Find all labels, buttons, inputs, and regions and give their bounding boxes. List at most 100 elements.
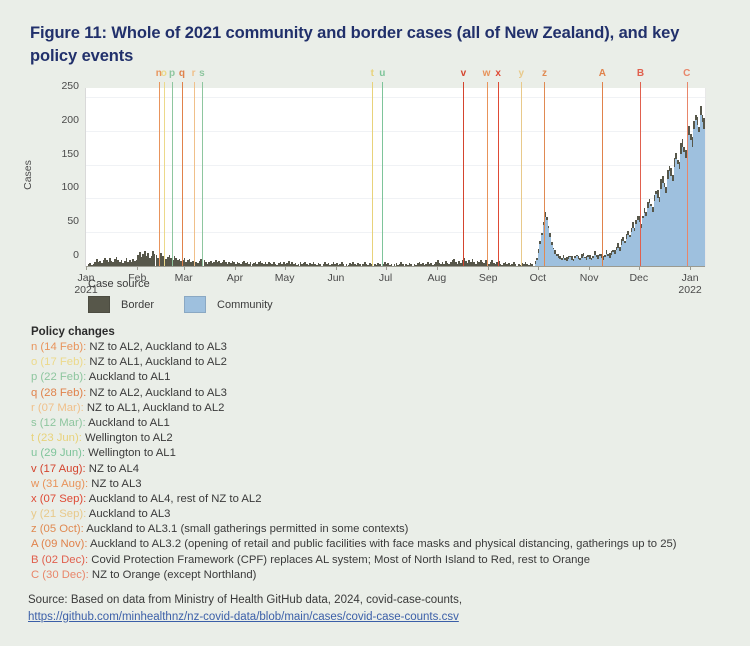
event-marker-line-t [372, 82, 374, 267]
x-axis-tick-mark [537, 267, 539, 270]
y-axis-tick-label: 0 [73, 249, 79, 261]
policy-change-text: Auckland to AL4, rest of NZ to AL2 [88, 492, 262, 505]
bar-segment-border [696, 117, 699, 126]
event-marker-line-n [158, 82, 160, 267]
gridline [86, 97, 705, 99]
event-marker-line-B [640, 82, 642, 267]
bar-segment-border [661, 175, 664, 183]
policy-change-row: B (02 Dec): Covid Protection Framework (… [31, 553, 731, 568]
x-axis-tick-label: May [274, 272, 295, 284]
event-marker-label-y: y [518, 68, 525, 79]
event-marker-label-q: q [178, 68, 186, 79]
x-axis-tick-mark [436, 267, 438, 270]
legend-swatch-community [184, 296, 207, 313]
event-marker-label-r: r [191, 68, 196, 79]
x-axis-tick-mark [86, 267, 87, 270]
policy-change-text: NZ to AL2, Auckland to AL3 [89, 386, 227, 399]
policy-changes-section: Policy changes n (14 Feb): NZ to AL2, Au… [31, 326, 731, 583]
x-axis-tick-label: Nov [579, 272, 599, 284]
event-marker-line-q [181, 82, 183, 267]
case-source-legend-title: Case source [88, 278, 150, 290]
source-note: Source: Based on data from Ministry of H… [28, 592, 728, 625]
x-axis-tick-label: Jan 2022 [678, 272, 702, 297]
event-marker-label-z: z [541, 68, 547, 79]
event-marker-label-x: x [495, 68, 501, 79]
policy-change-text: NZ to AL3 [91, 477, 142, 490]
policy-change-row: x (07 Sep): Auckland to AL4, rest of NZ … [31, 492, 731, 507]
policy-change-text: Auckland to AL3 [88, 508, 171, 521]
policy-change-row: s (12 Mar): Auckland to AL1 [31, 416, 731, 431]
policy-change-text: NZ to AL1, Auckland to AL2 [89, 356, 227, 369]
legend-item-community[interactable]: Community [184, 296, 273, 313]
policy-change-row: o (17 Feb): NZ to AL1, Auckland to AL2 [31, 355, 731, 370]
event-marker-line-z [544, 82, 546, 267]
policy-change-key: x (07 Sep): [31, 492, 89, 505]
policy-change-row: C (30 Dec): NZ to Orange (except Northla… [31, 568, 731, 583]
policy-change-text: NZ to Orange (except Northland) [91, 568, 257, 581]
bar-segment-community [703, 128, 705, 267]
policy-change-key: t (23 Jun): [31, 432, 85, 445]
policy-change-row: t (23 Jun): Wellington to AL2 [31, 431, 731, 446]
x-axis-tick-mark [234, 267, 236, 270]
policy-change-key: s (12 Mar): [31, 416, 89, 429]
policy-changes-list: n (14 Feb): NZ to AL2, Auckland to AL3 o … [31, 340, 731, 583]
x-axis-tick-mark [335, 267, 337, 270]
x-axis-tick-label: Dec [629, 272, 649, 284]
gridline [86, 164, 705, 166]
policy-change-key: B (02 Dec): [31, 553, 92, 566]
policy-change-row: w (31 Aug): NZ to AL3 [31, 477, 731, 492]
policy-change-text: Auckland to AL1 [88, 371, 171, 384]
x-axis-tick-label: Jul [378, 272, 393, 284]
event-marker-label-s: s [199, 68, 205, 79]
event-marker-line-v [463, 82, 465, 267]
policy-change-row: q (28 Feb): NZ to AL2, Auckland to AL3 [31, 386, 731, 401]
legend-label-border: Border [121, 298, 155, 311]
bar-segment-border [703, 117, 705, 129]
policy-change-key: u (29 Jun): [31, 447, 89, 460]
x-axis-tick-mark [284, 267, 286, 270]
x-axis-tick-mark [385, 267, 387, 270]
event-marker-line-s [201, 82, 203, 267]
policy-change-text: NZ to AL2, Auckland to AL3 [89, 341, 227, 353]
x-axis-tick-label: Jun [327, 272, 345, 284]
event-marker-label-C: C [683, 68, 691, 79]
legend-label-community: Community [217, 298, 273, 311]
policy-change-key: A (09 Nov): [31, 538, 91, 551]
policy-changes-title: Policy changes [31, 326, 115, 338]
policy-change-key: q (28 Feb): [31, 386, 90, 399]
policy-change-text: Auckland to AL3.1 (small gatherings perm… [86, 523, 409, 536]
x-axis-tick-mark [690, 267, 692, 270]
policy-change-row: u (29 Jun): Wellington to AL1 [31, 446, 731, 461]
source-text: Source: Based on data from Ministry of H… [28, 594, 463, 606]
legend-item-border[interactable]: Border [88, 296, 154, 313]
policy-change-row: v (17 Aug): NZ to AL4 [31, 462, 731, 477]
x-axis-tick-mark [638, 267, 640, 270]
y-axis-title: Cases [22, 159, 34, 190]
event-marker-label-A: A [598, 68, 606, 79]
policy-change-row: n (14 Feb): NZ to AL2, Auckland to AL3 [31, 340, 731, 355]
policy-change-text: NZ to AL4 [88, 462, 140, 475]
policy-change-key: y (21 Sep): [31, 508, 89, 521]
event-marker-label-u: u [379, 68, 386, 79]
gridline [86, 198, 705, 200]
x-axis-tick-label: Sep [478, 272, 498, 284]
figure-title: Figure 11: Whole of 2021 community and b… [30, 24, 680, 66]
policy-change-key: o (17 Feb): [31, 356, 90, 369]
gridline [86, 232, 705, 234]
event-marker-line-C [686, 82, 688, 267]
event-marker-label-v: v [460, 68, 467, 79]
event-marker-label-p: p [169, 68, 176, 79]
policy-change-key: r (07 Mar): [31, 401, 87, 414]
event-marker-line-o [163, 82, 165, 267]
x-axis-line [86, 266, 705, 267]
policy-change-key: w (31 Aug): [31, 477, 92, 490]
x-axis-tick-label: Oct [529, 272, 546, 284]
policy-change-row: y (21 Sep): Auckland to AL3 [31, 507, 731, 522]
x-axis-tick-mark [488, 267, 490, 270]
event-marker-label-w: w [482, 68, 491, 79]
event-marker-line-x [498, 82, 500, 267]
policy-change-row: r (07 Mar): NZ to AL1, Auckland to AL2 [31, 401, 731, 416]
source-link[interactable]: https://github.com/minhealthnz/nz-covid-… [28, 609, 728, 626]
policy-change-key: v (17 Aug): [31, 462, 89, 475]
event-marker-label-o: o [160, 68, 167, 79]
